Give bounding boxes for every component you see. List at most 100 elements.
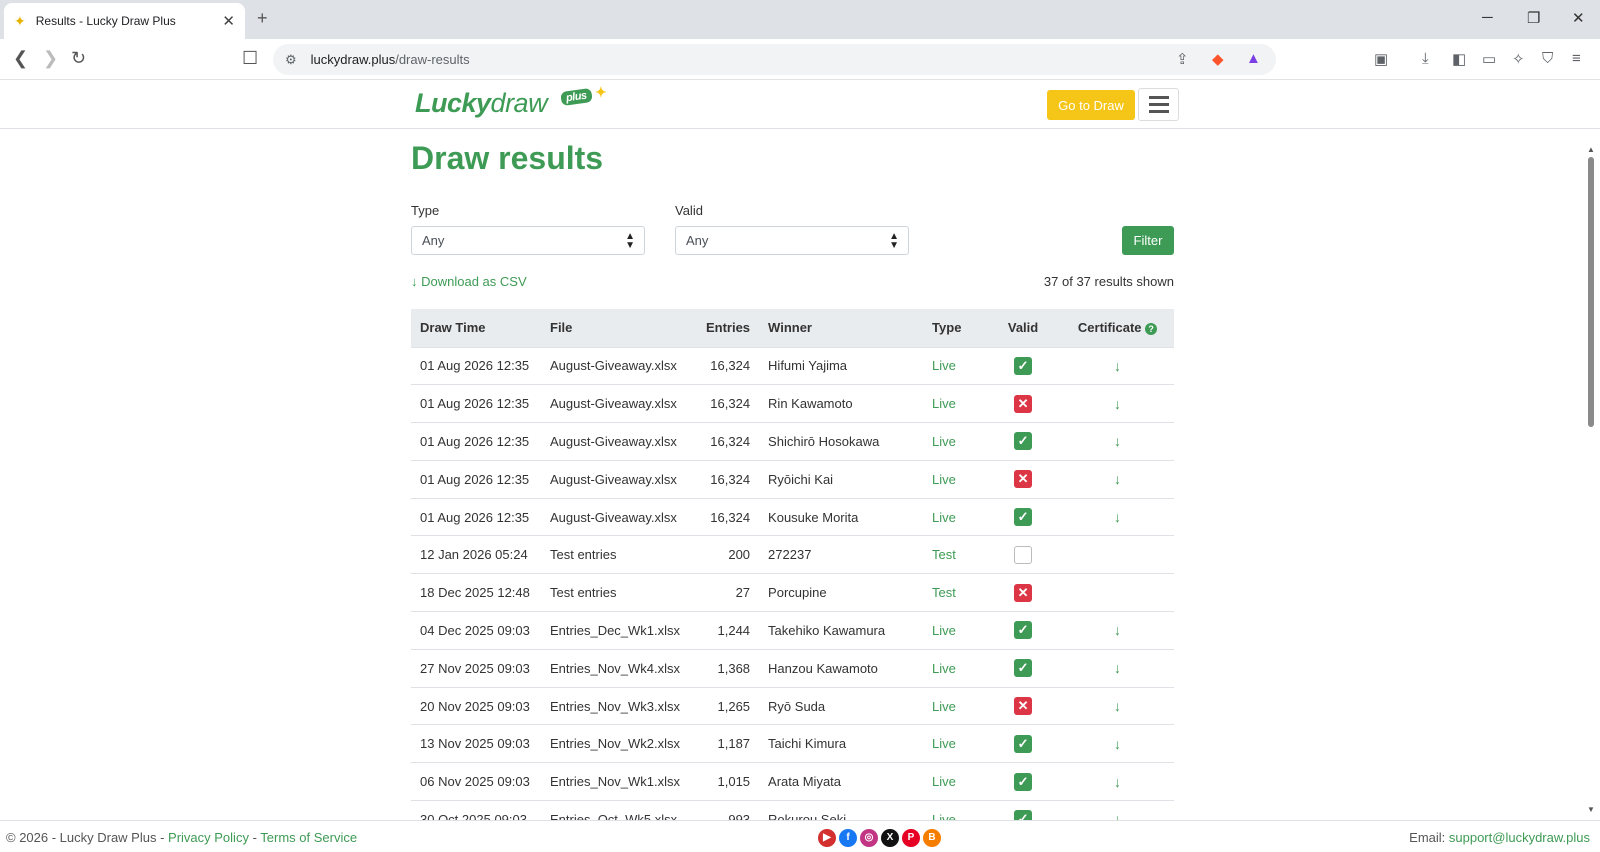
- table-header-row: Draw Time File Entries Winner Type Valid…: [411, 309, 1174, 348]
- draw-time-cell: 18 Dec 2025 12:48: [411, 573, 541, 613]
- download-certificate-icon[interactable]: ↓: [1114, 774, 1121, 790]
- valid-cell: ✕: [985, 573, 1062, 613]
- brave-shields-icon[interactable]: ◆: [1212, 50, 1224, 68]
- winner-cell: Kousuke Morita: [759, 498, 924, 537]
- download-certificate-icon[interactable]: ↓: [1114, 396, 1121, 412]
- leo-ai-icon[interactable]: ✧: [1512, 50, 1525, 68]
- page-scrollbar[interactable]: ▲ ▼: [1586, 145, 1596, 815]
- privacy-policy-link[interactable]: Privacy Policy: [168, 830, 249, 845]
- certificate-cell: ↓: [1061, 762, 1174, 802]
- type-cell: Test: [923, 573, 986, 613]
- forward-icon[interactable]: ❯: [43, 48, 58, 69]
- invalid-x-icon: ✕: [1014, 697, 1033, 716]
- blogger-icon[interactable]: B: [923, 829, 941, 847]
- logo-plus: plus: [560, 87, 593, 107]
- instagram-icon[interactable]: ◎: [860, 829, 878, 847]
- file-cell: Entries_Nov_Wk1.xlsx: [541, 762, 690, 802]
- scroll-up-icon[interactable]: ▲: [1587, 145, 1595, 154]
- back-icon[interactable]: ❮: [13, 48, 28, 69]
- valid-cell: ✕: [985, 460, 1062, 499]
- go-to-draw-button[interactable]: Go to Draw: [1047, 90, 1135, 120]
- download-icon[interactable]: ⤓: [1422, 50, 1429, 67]
- valid-check-icon: ✓: [1014, 356, 1033, 375]
- valid-cell: ✓: [985, 498, 1062, 537]
- valid-check-icon: ✓: [1014, 734, 1033, 753]
- address-bar[interactable]: ⚙ luckydraw.plus/draw-results: [273, 44, 1276, 75]
- column-header[interactable]: Winner: [759, 309, 924, 348]
- bookmark-icon[interactable]: ☐: [242, 48, 258, 69]
- column-header[interactable]: Type: [923, 309, 986, 348]
- column-header[interactable]: Valid: [985, 309, 1062, 348]
- filter-button[interactable]: Filter: [1122, 226, 1174, 255]
- certificate-cell: ↓: [1061, 498, 1174, 537]
- download-certificate-icon[interactable]: ↓: [1114, 509, 1121, 525]
- browser-tab[interactable]: ✦ Results - Lucky Draw Plus ✕: [4, 3, 245, 39]
- draw-time-cell: 13 Nov 2025 09:03: [411, 724, 541, 764]
- terms-of-service-link[interactable]: Terms of Service: [260, 830, 357, 845]
- type-cell: Live: [923, 611, 986, 650]
- download-certificate-icon[interactable]: ↓: [1114, 433, 1121, 449]
- facebook-icon[interactable]: f: [839, 829, 857, 847]
- pinterest-icon[interactable]: P: [902, 829, 920, 847]
- entries-cell: 16,324: [689, 384, 760, 424]
- browser-toolbar: ❮ ❯ ↻ ☐ ⚙ luckydraw.plus/draw-results ⇪ …: [0, 39, 1600, 80]
- footer-right: Email: support@luckydraw.plus: [1409, 830, 1590, 845]
- file-cell: August-Giveaway.xlsx: [541, 347, 690, 386]
- site-info-icon[interactable]: ⚙: [285, 52, 297, 68]
- x-icon[interactable]: X: [881, 829, 899, 847]
- minimize-icon[interactable]: ─: [1482, 9, 1493, 26]
- download-certificate-icon[interactable]: ↓: [1114, 358, 1121, 374]
- invalid-x-icon: ✕: [1014, 394, 1033, 413]
- download-certificate-icon[interactable]: ↓: [1114, 698, 1121, 714]
- file-cell: August-Giveaway.xlsx: [541, 422, 690, 461]
- download-certificate-icon[interactable]: ↓: [1114, 660, 1121, 676]
- valid-check-icon: ✓: [1014, 508, 1033, 527]
- certificate-cell: ↓: [1061, 422, 1174, 461]
- close-window-icon[interactable]: ✕: [1572, 9, 1585, 27]
- results-table: Draw Time File Entries Winner Type Valid…: [411, 309, 1174, 839]
- file-cell: Test entries: [541, 535, 690, 575]
- scroll-down-icon[interactable]: ▼: [1587, 805, 1595, 814]
- valid-select[interactable]: Any ▲ ▼: [675, 226, 909, 255]
- valid-cell: ✓: [985, 422, 1062, 461]
- column-header[interactable]: Entries: [689, 309, 760, 348]
- close-tab-icon[interactable]: ✕: [222, 12, 235, 30]
- hamburger-menu-icon[interactable]: [1138, 88, 1179, 121]
- support-email-link[interactable]: support@luckydraw.plus: [1449, 830, 1590, 845]
- winner-cell: Rin Kawamoto: [759, 384, 924, 424]
- scrollbar-thumb[interactable]: [1588, 157, 1594, 427]
- valid-check-icon: ✓: [1014, 621, 1033, 640]
- entries-cell: 16,324: [689, 460, 760, 499]
- table-row: 18 Dec 2025 12:48 Test entries 27 Porcupine…: [411, 573, 1174, 613]
- download-certificate-icon[interactable]: ↓: [1114, 736, 1121, 752]
- wallet-icon[interactable]: ▭: [1482, 50, 1496, 68]
- sidebar-icon[interactable]: ◧: [1452, 50, 1466, 68]
- type-select[interactable]: Any ▲ ▼: [411, 226, 645, 255]
- column-header[interactable]: File: [541, 309, 690, 348]
- valid-check-icon: ✓: [1014, 432, 1033, 451]
- unverified-checkbox[interactable]: [1014, 545, 1033, 564]
- column-header[interactable]: Draw Time: [411, 309, 541, 348]
- footer-separator: -: [248, 830, 261, 845]
- download-csv-link[interactable]: ↓ Download as CSV: [411, 274, 527, 289]
- restore-icon[interactable]: ❐: [1527, 9, 1540, 27]
- rewards-icon[interactable]: ▲: [1246, 50, 1261, 67]
- certificate-column-header[interactable]: Certificate ?: [1061, 309, 1174, 348]
- reload-icon[interactable]: ↻: [71, 48, 86, 69]
- sparkle-icon: ✦: [14, 12, 26, 29]
- site-logo[interactable]: Luckydraw plus ✦: [415, 84, 607, 119]
- entries-cell: 1,265: [689, 687, 760, 726]
- menu-icon[interactable]: ≡: [1572, 50, 1581, 67]
- youtube-icon[interactable]: ▶: [818, 829, 836, 847]
- type-select-value: Any: [422, 233, 445, 248]
- download-certificate-icon[interactable]: ↓: [1114, 471, 1121, 487]
- winner-cell: Hanzou Kawamoto: [759, 649, 924, 688]
- vpn-icon[interactable]: ⛉: [1542, 50, 1553, 67]
- invalid-x-icon: ✕: [1014, 583, 1033, 602]
- download-certificate-icon[interactable]: ↓: [1114, 622, 1121, 638]
- share-icon[interactable]: ⇪: [1176, 50, 1189, 68]
- new-tab-icon[interactable]: +: [257, 8, 268, 29]
- valid-cell: [985, 535, 1062, 575]
- reader-icon[interactable]: ▣: [1374, 50, 1388, 68]
- help-icon[interactable]: ?: [1145, 322, 1158, 335]
